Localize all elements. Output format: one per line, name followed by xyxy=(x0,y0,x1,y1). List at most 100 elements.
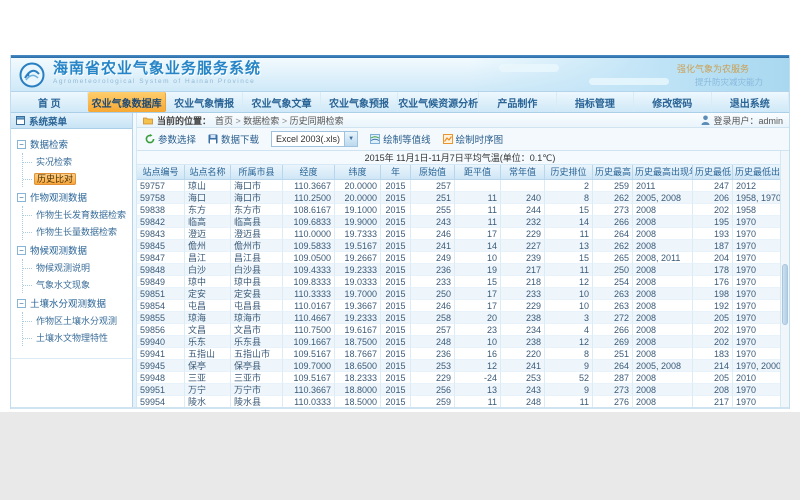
tree-item[interactable]: 作物区土壤水分观测 xyxy=(23,312,128,329)
tree-item[interactable]: 气象水文现象 xyxy=(23,276,128,293)
table-cell: 2015 xyxy=(381,324,411,336)
collapse-icon[interactable]: − xyxy=(17,246,26,255)
table-row[interactable]: 59757琼山海口市110.366720.0000201525722592011… xyxy=(137,180,783,192)
tree-group-header[interactable]: −数据检索 xyxy=(17,137,128,151)
nav-item-10[interactable]: 退出系统 xyxy=(712,92,789,112)
column-header[interactable]: 历史最低 xyxy=(693,165,733,180)
tree-group-2: −作物观测数据作物生长发育数据检索作物生长量数据检索 xyxy=(17,190,128,240)
table-cell: 2015 xyxy=(381,252,411,264)
chevron-down-icon[interactable]: ▼ xyxy=(344,132,357,146)
tree-item[interactable]: 实况检索 xyxy=(23,153,128,170)
table-row[interactable]: 59851定安定安县110.333319.7000201525017233102… xyxy=(137,288,783,300)
column-header[interactable]: 年 xyxy=(381,165,411,180)
scrollbar-thumb[interactable] xyxy=(782,264,788,325)
table-cell: 2008 xyxy=(633,204,693,216)
tree-item[interactable]: 土壤水文物理特性 xyxy=(23,329,128,346)
draw-contour-button[interactable]: 绘制等值线 xyxy=(370,132,431,146)
table-cell: 2008 xyxy=(633,348,693,360)
table-cell: 五指山 xyxy=(185,348,231,360)
nav-item-6[interactable]: 农业气候资源分析 xyxy=(398,92,479,112)
table-row[interactable]: 59838东方东方市108.616719.1000201525511244152… xyxy=(137,204,783,216)
breadcrumb-link[interactable]: 首页 xyxy=(215,116,233,126)
table-row[interactable]: 59854屯昌屯昌县110.016719.3667201524617229102… xyxy=(137,300,783,312)
collapse-icon[interactable]: − xyxy=(17,140,26,149)
table-cell: 2008 xyxy=(633,300,693,312)
nav-item-1[interactable]: 首 页 xyxy=(11,92,88,112)
table-cell: 19.9000 xyxy=(335,216,381,228)
nav-item-3[interactable]: 农业气象情报 xyxy=(166,92,243,112)
draw-timeseries-button[interactable]: 绘制时序图 xyxy=(443,132,504,146)
tree-item[interactable]: 作物生长量数据检索 xyxy=(23,223,128,240)
table-cell: 19.5167 xyxy=(335,240,381,252)
tree-group-header[interactable]: −物候观测数据 xyxy=(17,243,128,257)
table-cell: 109.4333 xyxy=(283,264,335,276)
table-row[interactable]: 59941五指山五指山市109.516718.76672015236162208… xyxy=(137,348,783,360)
table-cell: -24 xyxy=(455,372,501,384)
table-row[interactable]: 59849琼中琼中县109.833319.0333201523315218122… xyxy=(137,276,783,288)
collapse-icon[interactable]: − xyxy=(17,193,26,202)
table-row[interactable]: 59848白沙白沙县109.433319.2333201523619217112… xyxy=(137,264,783,276)
collapse-icon[interactable]: − xyxy=(17,299,26,308)
table-row[interactable]: 59940乐东乐东县109.166718.7500201524810238122… xyxy=(137,336,783,348)
nav-item-8[interactable]: 指标管理 xyxy=(557,92,634,112)
tree-item[interactable]: 历史比对 xyxy=(23,170,128,187)
breadcrumb-separator: > xyxy=(233,116,243,126)
table-cell: 109.7000 xyxy=(283,360,335,372)
window-icon xyxy=(16,116,25,125)
table-cell: 文昌市 xyxy=(231,324,283,336)
column-header[interactable]: 历史最高 xyxy=(593,165,633,180)
nav-item-5[interactable]: 农业气象预报 xyxy=(321,92,398,112)
nav-item-7[interactable]: 产品制作 xyxy=(479,92,556,112)
tree-item[interactable]: 物候观测说明 xyxy=(23,259,128,276)
breadcrumb-link[interactable]: 历史同期检索 xyxy=(290,116,344,126)
column-header[interactable]: 纬度 xyxy=(335,165,381,180)
table-cell: 1970, 2000 xyxy=(733,360,783,372)
table-row[interactable]: 59842临高临高县109.683319.9000201524311232142… xyxy=(137,216,783,228)
table-cell: 琼山 xyxy=(185,180,231,192)
table-cell: 234 xyxy=(501,324,545,336)
table-row[interactable]: 59843澄迈澄迈县110.000019.7333201524617229112… xyxy=(137,228,783,240)
table-cell: 110.4667 xyxy=(283,312,335,324)
table-row[interactable]: 59945保亭保亭县109.700018.6500201525312241926… xyxy=(137,360,783,372)
nav-item-9[interactable]: 修改密码 xyxy=(634,92,711,112)
column-header[interactable]: 历史排位 xyxy=(545,165,593,180)
table-cell: 2015 xyxy=(381,372,411,384)
table-cell: 229 xyxy=(411,372,455,384)
column-header[interactable]: 历史最低出现年份 xyxy=(733,165,783,180)
table-row[interactable]: 59758海口海口市110.250020.0000201525111240826… xyxy=(137,192,783,204)
table-cell: 176 xyxy=(693,276,733,288)
table-row[interactable]: 59845儋州儋州市109.583319.5167201524114227132… xyxy=(137,240,783,252)
column-header[interactable]: 距平值 xyxy=(455,165,501,180)
table-row[interactable]: 59948三亚三亚市109.516718.23332015229-2425352… xyxy=(137,372,783,384)
data-download-button[interactable]: 数据下载 xyxy=(208,132,259,146)
tree-group-header[interactable]: −土壤水分观测数据 xyxy=(17,296,128,310)
tree-item-label: 土壤水文物理特性 xyxy=(34,333,110,343)
nav-item-2[interactable]: 农业气象数据库 xyxy=(88,92,165,112)
column-header[interactable]: 常年值 xyxy=(501,165,545,180)
table-cell: 2008 xyxy=(633,396,693,407)
table-row[interactable]: 59951万宁万宁市110.366718.8000201525613243927… xyxy=(137,384,783,396)
column-header[interactable]: 经度 xyxy=(283,165,335,180)
column-header[interactable]: 站点名称 xyxy=(185,165,231,180)
column-header[interactable]: 历史最高出现年份 xyxy=(633,165,693,180)
table-cell: 262 xyxy=(593,240,633,252)
table-cell: 109.5833 xyxy=(283,240,335,252)
table-row[interactable]: 59855琼海琼海市110.466719.2333201525820238327… xyxy=(137,312,783,324)
table-cell: 五指山市 xyxy=(231,348,283,360)
column-header[interactable]: 所属市县 xyxy=(231,165,283,180)
table-row[interactable]: 59954陵水陵水县110.033318.5000201525911248112… xyxy=(137,396,783,407)
table-cell: 10 xyxy=(545,288,593,300)
nav-item-4[interactable]: 农业气象文章 xyxy=(243,92,320,112)
tree-item[interactable]: 作物生长发育数据检索 xyxy=(23,206,128,223)
vertical-scrollbar[interactable] xyxy=(780,151,789,407)
breadcrumb-link[interactable]: 数据检索 xyxy=(243,116,279,126)
column-header[interactable]: 原始值 xyxy=(411,165,455,180)
banner-slogan-1: 强化气象为农服务 xyxy=(677,62,749,75)
table-cell: 233 xyxy=(411,276,455,288)
table-row[interactable]: 59847昌江昌江县109.050019.2667201524910239152… xyxy=(137,252,783,264)
tree-group-header[interactable]: −作物观测数据 xyxy=(17,190,128,204)
excel-format-select[interactable]: Excel 2003(.xls) ▼ xyxy=(271,131,358,147)
param-select-button[interactable]: 参数选择 xyxy=(145,132,196,146)
column-header[interactable]: 站点编号 xyxy=(137,165,185,180)
table-row[interactable]: 59856文昌文昌市110.750019.6167201525723234426… xyxy=(137,324,783,336)
